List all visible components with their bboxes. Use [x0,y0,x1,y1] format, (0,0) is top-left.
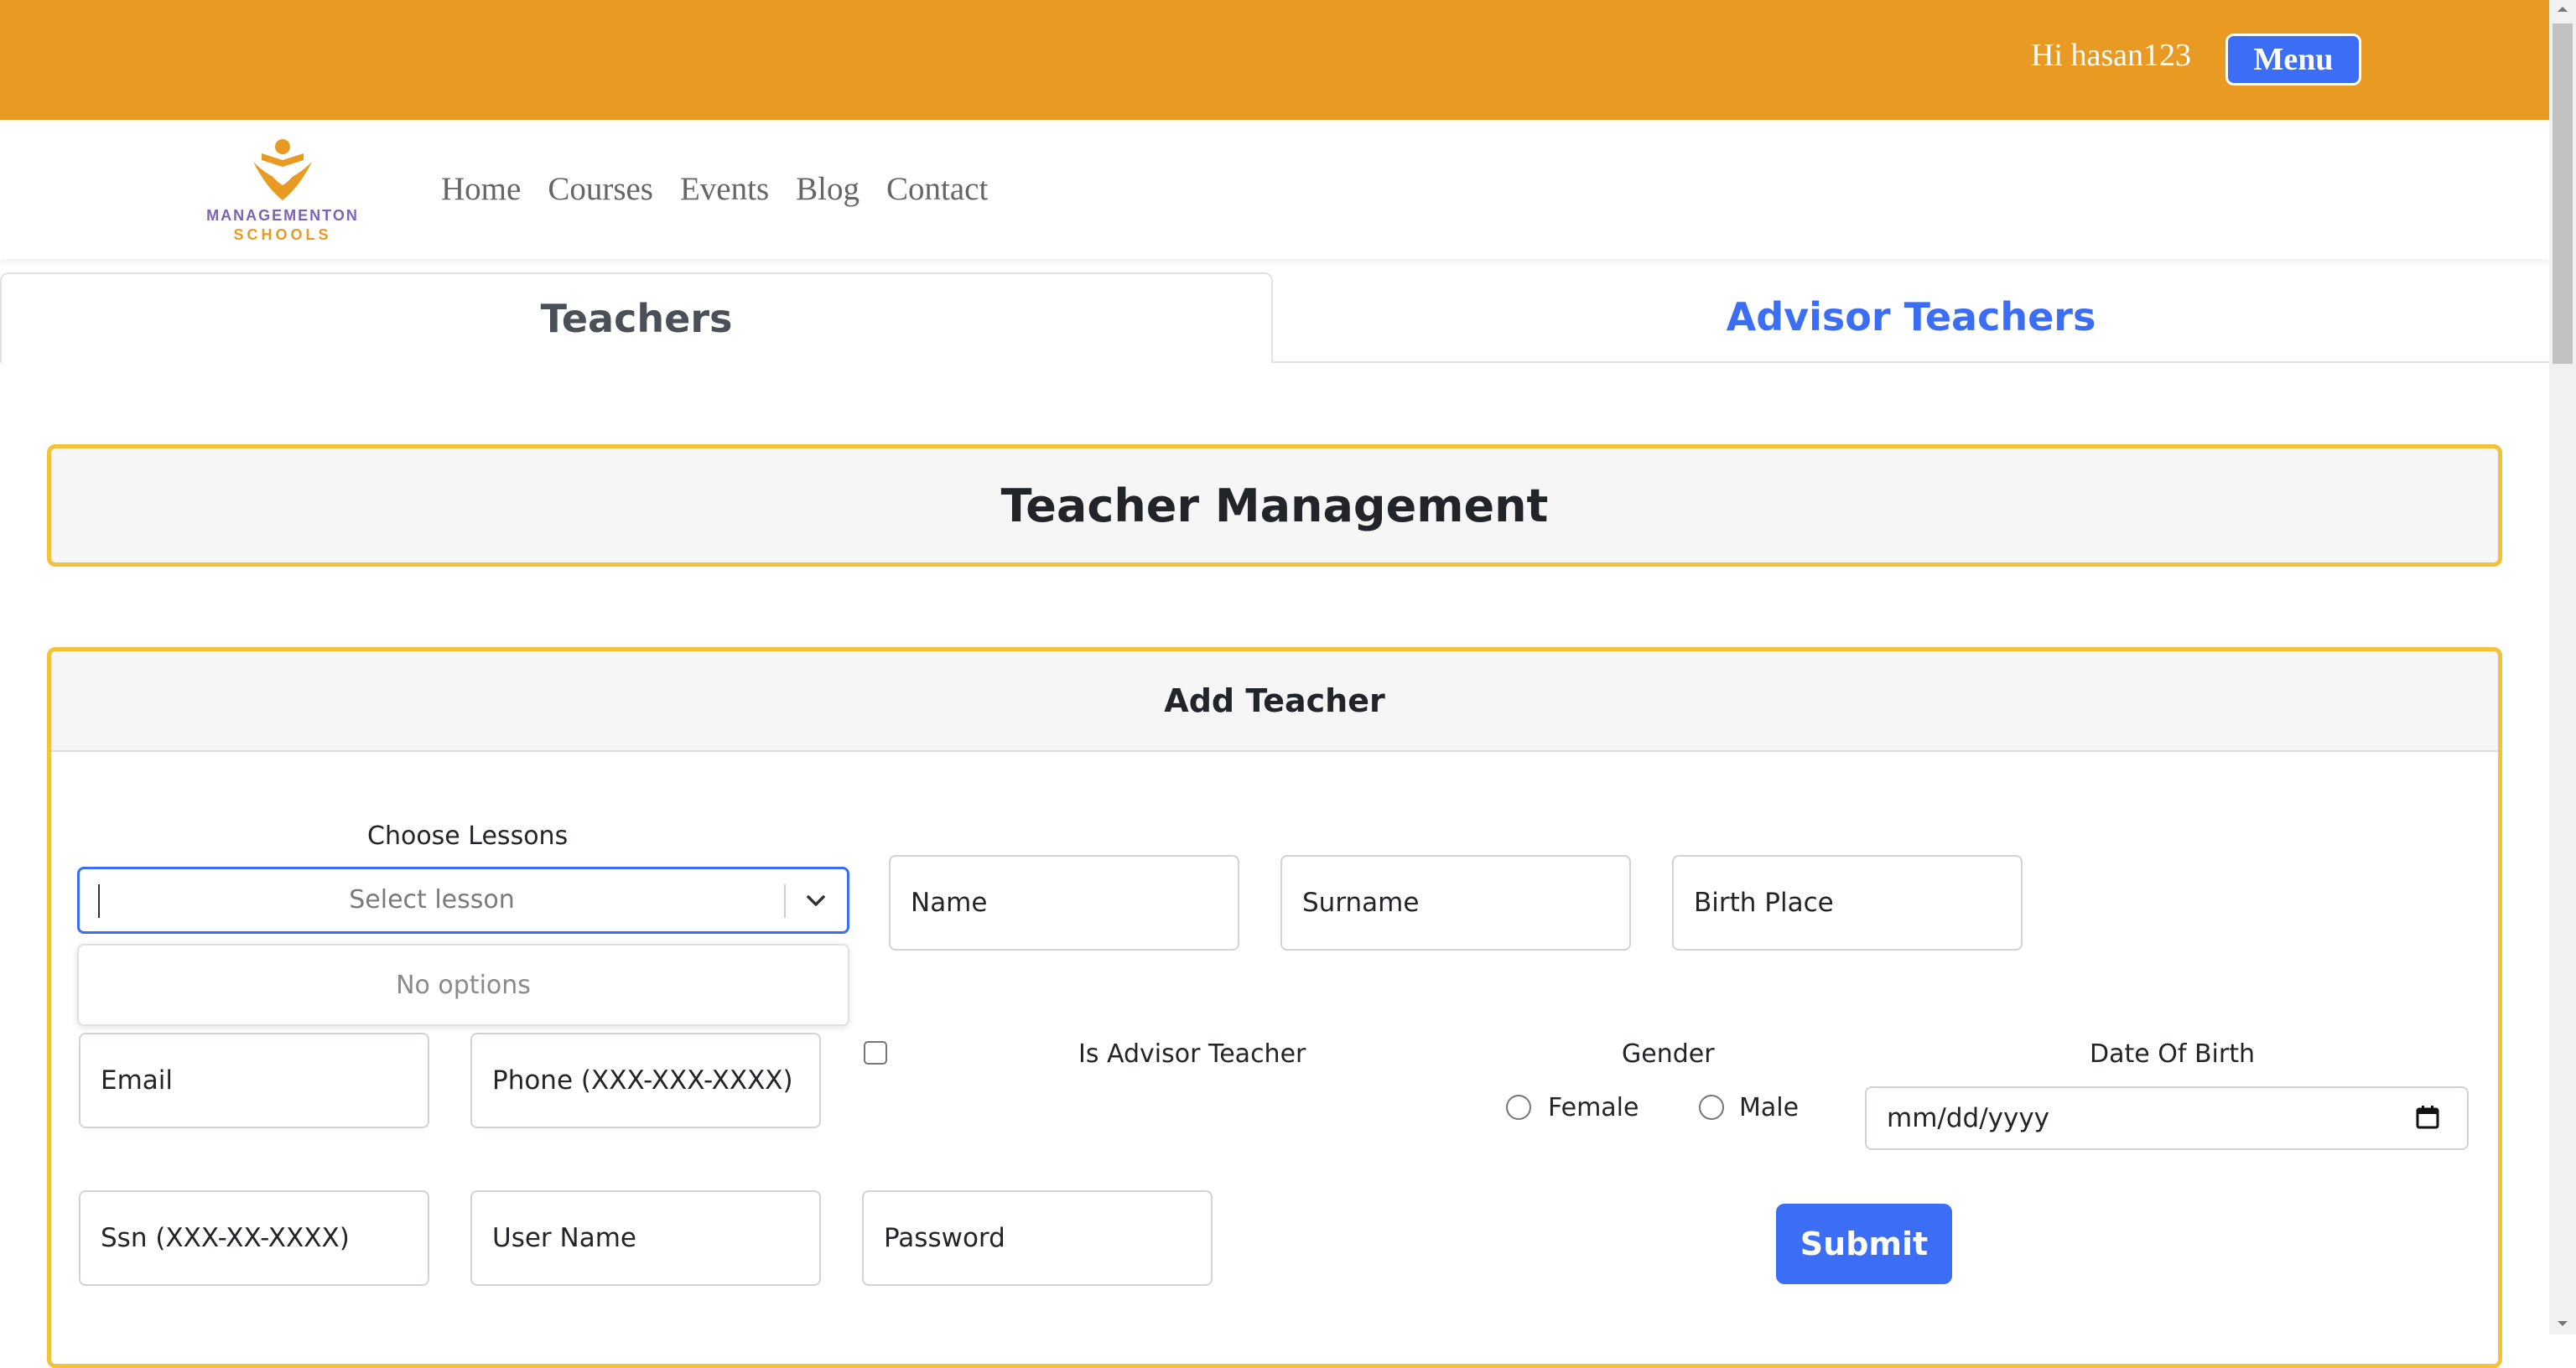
name-field[interactable] [889,855,1239,951]
user-greeting: Hi hasan123 [2031,38,2192,73]
page-title: Teacher Management [47,444,2502,567]
nav-home[interactable]: Home [441,170,521,208]
date-of-birth-field[interactable] [1865,1086,2469,1150]
gender-male-label: Male [1739,1093,1800,1122]
select-separator [784,884,786,918]
logo-text-line1: MANAGEMENTON [206,207,359,224]
advisor-teacher-checkbox[interactable] [864,1041,887,1065]
lesson-select-placeholder: Select lesson [349,885,515,915]
scroll-up-arrow-icon[interactable] [2554,3,2571,15]
school-logo[interactable]: MANAGEMENTON SCHOOLS [195,137,371,243]
school-logo-icon [253,139,312,200]
password-field[interactable] [862,1190,1213,1286]
nav-contact[interactable]: Contact [886,170,988,208]
submit-button[interactable]: Submit [1776,1204,1952,1284]
nav-events[interactable]: Events [680,170,769,208]
date-of-birth-label: Date Of Birth [2090,1039,2255,1069]
tab-teachers[interactable]: Teachers [0,272,1273,363]
logo-text-line2: SCHOOLS [233,226,332,243]
calendar-icon[interactable] [2415,1105,2440,1130]
surname-field[interactable] [1280,855,1631,951]
add-teacher-title: Add Teacher [51,651,2498,752]
email-field[interactable] [79,1033,429,1128]
gender-label: Gender [1622,1039,1715,1069]
chevron-down-icon[interactable] [801,886,831,916]
nav-links: Home Courses Events Blog Contact [441,170,988,208]
scrollbar-thumb[interactable] [2553,23,2573,364]
top-bar: Hi hasan123 Menu [0,0,2549,120]
scroll-down-arrow-icon[interactable] [2554,1318,2571,1329]
birth-place-field[interactable] [1672,855,2023,951]
navbar: MANAGEMENTON SCHOOLS Home Courses Events… [0,120,2549,259]
advisor-teacher-label: Is Advisor Teacher [1078,1039,1306,1069]
gender-female-radio[interactable] [1506,1095,1531,1120]
gender-female-label: Female [1548,1093,1639,1122]
lesson-select[interactable]: Select lesson [77,867,849,934]
lesson-select-menu: No options [77,944,849,1026]
username-field[interactable] [470,1190,821,1286]
tab-advisor-teachers[interactable]: Advisor Teachers [1273,272,2549,363]
choose-lessons-label: Choose Lessons [367,821,569,851]
gender-male-radio[interactable] [1699,1095,1724,1120]
nav-courses[interactable]: Courses [548,170,653,208]
menu-button[interactable]: Menu [2225,34,2361,86]
nav-blog[interactable]: Blog [796,170,860,208]
ssn-field[interactable] [79,1190,429,1286]
phone-field[interactable] [470,1033,821,1128]
